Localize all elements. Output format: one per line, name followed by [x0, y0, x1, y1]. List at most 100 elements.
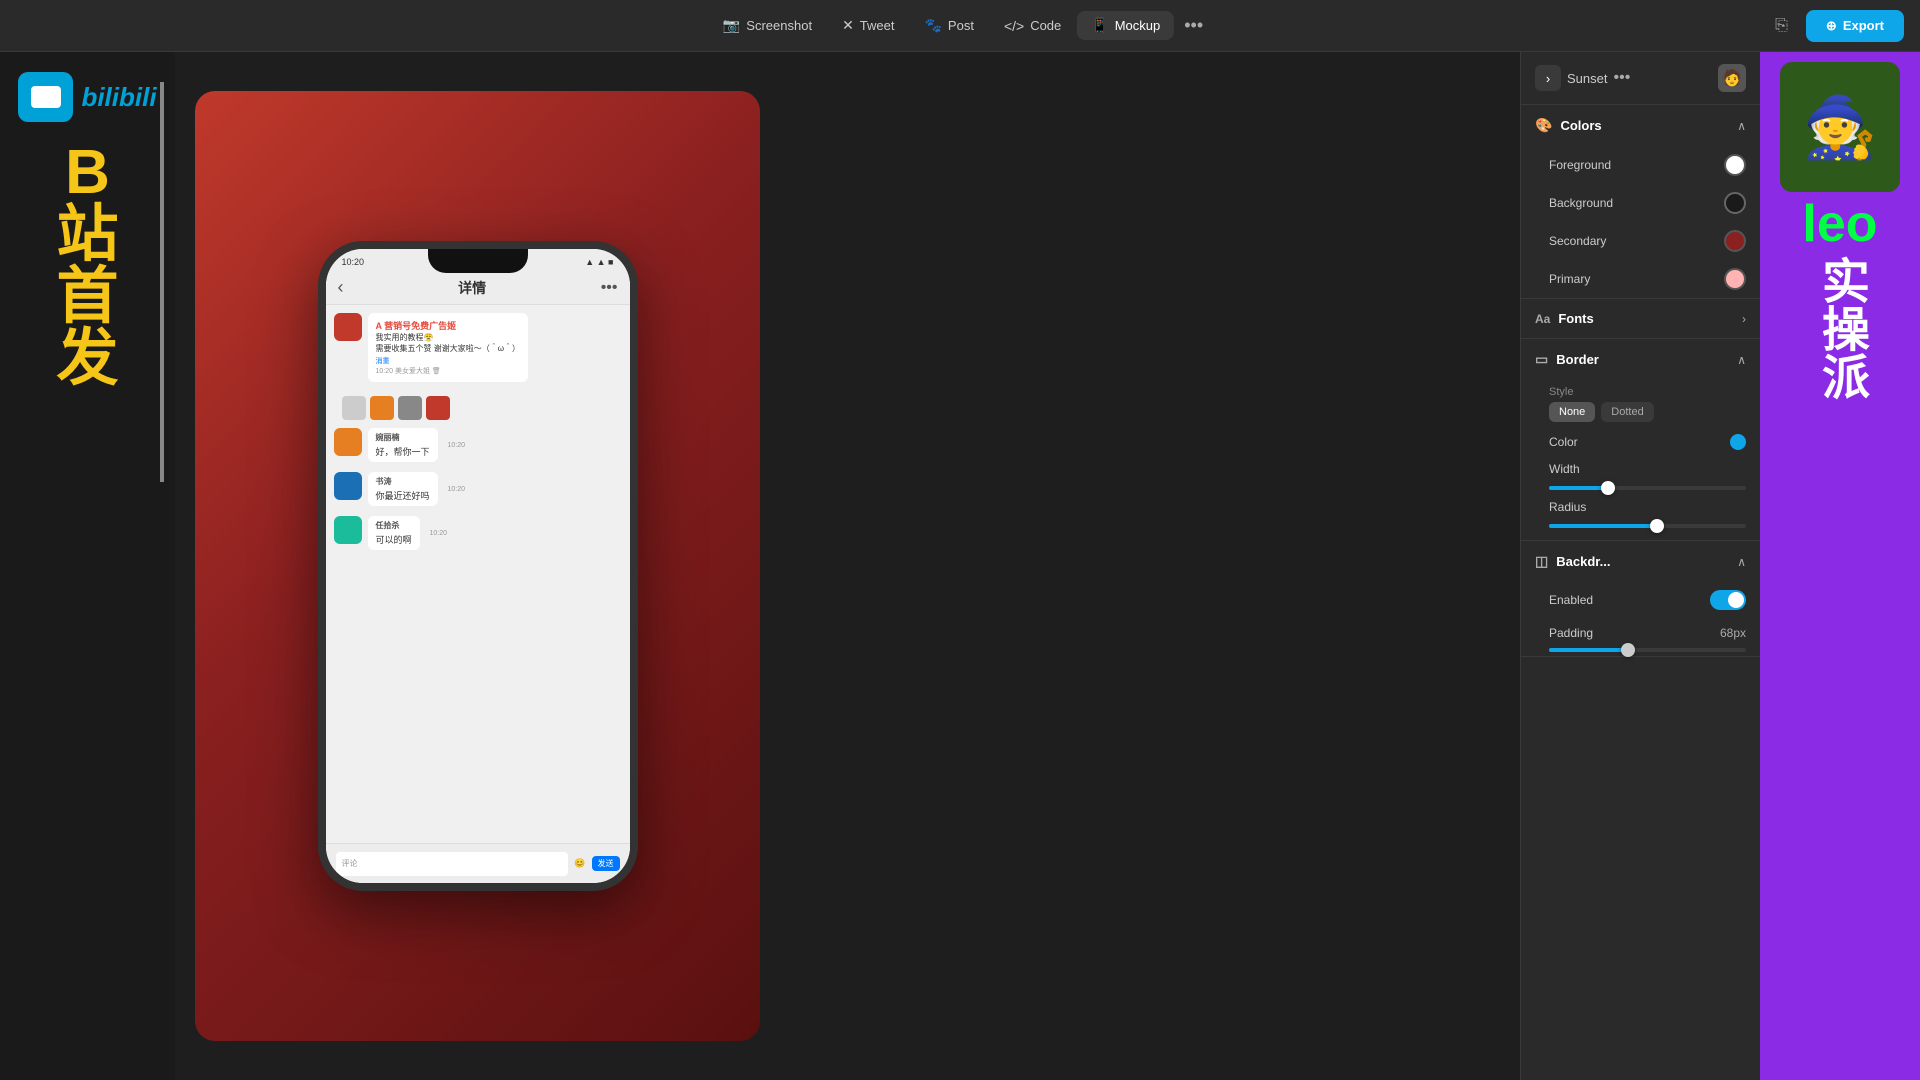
main-area: bilibili B 站 首 发 ‹ [0, 52, 1920, 1080]
panel-back-btn[interactable]: › [1535, 65, 1561, 91]
more-tools-btn[interactable]: ••• [1176, 11, 1211, 40]
right-area: › Sunset ••• 🧑 🎨 Colors ∧ Foreground [1520, 52, 1920, 1080]
secondary-label: Secondary [1549, 234, 1606, 248]
c3-text: 可以的啊 [376, 533, 412, 546]
secondary-row: Secondary [1521, 222, 1760, 260]
topbar: 📷 Screenshot ✕ Tweet 🐾 Post </> Code 📱 M… [0, 0, 1920, 52]
leo-card: 🧙 leo 实操派 [1760, 52, 1920, 1080]
bilibili-logo: bilibili [18, 72, 156, 122]
colors-section-header[interactable]: 🎨 Colors ∧ [1521, 105, 1760, 146]
width-slider-track[interactable] [1549, 486, 1746, 490]
send-btn[interactable]: 发送 [592, 856, 620, 871]
leo-name: leo [1802, 198, 1877, 250]
thumbnail-card: ‹ 详情 ••• 10:20 ▲ ▲ ■ [195, 91, 760, 1041]
panel-menu-btn[interactable]: ••• [1613, 69, 1630, 87]
background-row: Background [1521, 184, 1760, 222]
border-options: None Dotted [1549, 402, 1746, 422]
fonts-chevron: › [1742, 312, 1746, 326]
emoji-icon[interactable]: 😊 [574, 858, 585, 869]
mockup-icon: 📱 [1091, 17, 1108, 34]
fonts-section-header[interactable]: Aa Fonts › [1521, 299, 1760, 338]
back-btn[interactable]: ‹ [338, 277, 344, 298]
width-slider-thumb[interactable] [1601, 481, 1615, 495]
padding-slider-track[interactable] [1549, 648, 1746, 652]
border-dotted-btn[interactable]: Dotted [1601, 402, 1653, 422]
border-color-swatch[interactable] [1730, 434, 1746, 450]
code-tool-btn[interactable]: </> Code [990, 12, 1075, 40]
radius-slider-track[interactable] [1549, 524, 1746, 528]
screenshot-icon: 📷 [723, 17, 740, 34]
background-swatch[interactable] [1724, 192, 1746, 214]
panel-header: › Sunset ••• 🧑 [1521, 52, 1760, 105]
padding-value: 68px [1720, 626, 1746, 640]
tweet-tool-btn[interactable]: ✕ Tweet [828, 11, 908, 40]
c1-name: 婉丽楠 [376, 432, 430, 443]
fonts-section: Aa Fonts › [1521, 299, 1760, 339]
padding-slider-fill [1549, 648, 1628, 652]
comment-input[interactable]: 评论 [336, 852, 569, 876]
mockup-tool-btn[interactable]: 📱 Mockup [1077, 11, 1174, 40]
foreground-label: Foreground [1549, 158, 1611, 172]
backdrop-label: Backdr... [1556, 554, 1610, 569]
sidebar-char-1: B [65, 142, 110, 204]
style-row: Style None Dotted [1521, 380, 1760, 428]
ad-tag: 消重 [376, 356, 520, 366]
fonts-icon: Aa [1535, 312, 1550, 326]
colors-section: 🎨 Colors ∧ Foreground Background Seconda… [1521, 105, 1760, 299]
border-none-btn[interactable]: None [1549, 402, 1595, 422]
border-section: ▭ Border ∧ Style None Dotted Color [1521, 339, 1760, 541]
comment-1: 婉丽楠 好，帮你一下 10:20 [334, 428, 622, 462]
backdrop-section: ◫ Backdr... ∧ Enabled Padding 68px [1521, 541, 1760, 657]
enabled-toggle[interactable] [1710, 590, 1746, 610]
c1-text: 好，帮你一下 [376, 445, 430, 458]
radius-slider-thumb[interactable] [1650, 519, 1664, 533]
color-prop-row: Color [1521, 428, 1760, 456]
foreground-swatch[interactable] [1724, 154, 1746, 176]
padding-slider-thumb[interactable] [1621, 643, 1635, 657]
leo-subtitle: 实操派 [1816, 256, 1864, 400]
export-icon: ⊕ [1826, 18, 1837, 34]
wechat-input-bar: 评论 😊 发送 [326, 843, 630, 883]
backdrop-icon: ◫ [1535, 553, 1548, 570]
padding-slider-row [1521, 644, 1760, 656]
comment-3: 任拾杀 可以的啊 10:20 [334, 516, 622, 550]
secondary-swatch[interactable] [1724, 230, 1746, 252]
phone-mockup: ‹ 详情 ••• 10:20 ▲ ▲ ■ [318, 241, 638, 891]
c2-text: 你最近还好吗 [376, 489, 430, 502]
post-tool-btn[interactable]: 🐾 Post [910, 11, 987, 40]
bilibili-tv-icon [18, 72, 73, 122]
colors-label: Colors [1560, 118, 1601, 133]
ad-bubble: A 营销号免费广告姬 我实用的教程😤 需要收集五个赞 谢谢大家啦～（＾ω＾） 消… [368, 313, 528, 382]
c3-time: 10:20 [430, 530, 448, 537]
border-section-header[interactable]: ▭ Border ∧ [1521, 339, 1760, 380]
width-prop-row: Width [1521, 456, 1760, 482]
reaction-row [334, 392, 622, 428]
sidebar-char-4: 发 [56, 328, 118, 390]
code-icon: </> [1004, 18, 1024, 34]
primary-row: Primary [1521, 260, 1760, 298]
width-slider-fill [1549, 486, 1608, 490]
border-color-label: Color [1549, 435, 1578, 449]
wechat-more-btn[interactable]: ••• [601, 279, 618, 297]
panel-nav: › Sunset ••• [1535, 65, 1630, 91]
backdrop-section-header[interactable]: ◫ Backdr... ∧ [1521, 541, 1760, 582]
primary-swatch[interactable] [1724, 268, 1746, 290]
padding-label: Padding [1549, 626, 1593, 640]
content-area: bilibili B 站 首 发 ‹ [0, 52, 1520, 1080]
phone-signals: ▲ ▲ ■ [585, 257, 613, 267]
reaction-4 [426, 396, 450, 420]
panel-title: Sunset [1567, 71, 1607, 86]
padding-label-row: Padding 68px [1521, 618, 1760, 644]
canvas-area: ‹ 详情 ••• 10:20 ▲ ▲ ■ [175, 52, 1520, 1080]
c1-bubble: 婉丽楠 好，帮你一下 [368, 428, 438, 462]
screenshot-tool-btn[interactable]: 📷 Screenshot [709, 11, 826, 40]
copy-btn[interactable]: ⎘ [1767, 13, 1796, 39]
c2-avatar [334, 472, 362, 500]
foreground-row: Foreground [1521, 146, 1760, 184]
export-btn[interactable]: ⊕ Export [1806, 10, 1904, 42]
phone-screen: ‹ 详情 ••• 10:20 ▲ ▲ ■ [326, 249, 630, 883]
topbar-tools: 📷 Screenshot ✕ Tweet 🐾 Post </> Code 📱 M… [709, 11, 1211, 40]
phone-notch [428, 249, 528, 273]
ad-comment: A 营销号免费广告姬 我实用的教程😤 需要收集五个赞 谢谢大家啦～（＾ω＾） 消… [334, 313, 622, 382]
c2-bubble: 书涛 你最近还好吗 [368, 472, 438, 506]
